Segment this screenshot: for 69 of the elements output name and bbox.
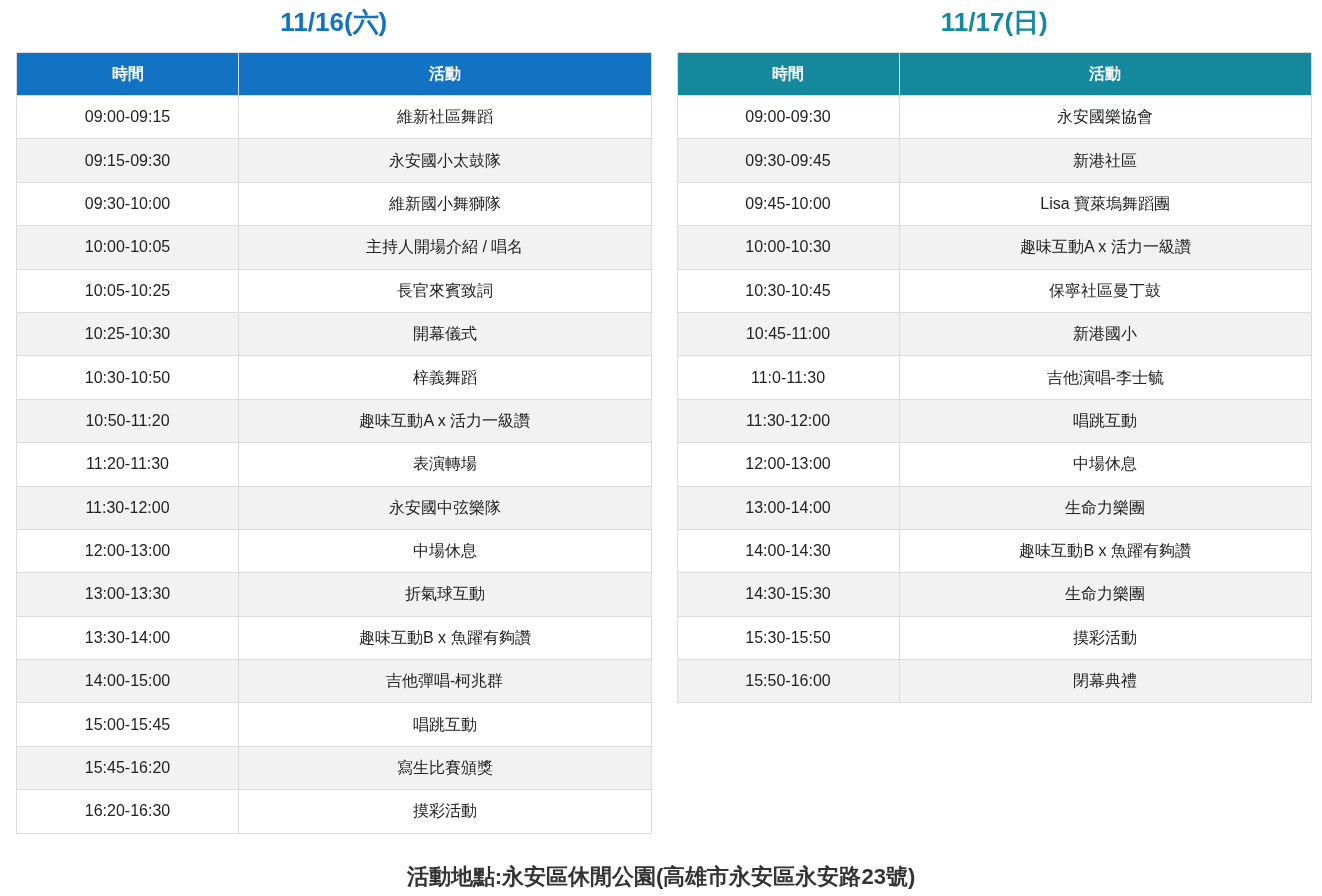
- table-cell: 10:30-10:50: [16, 355, 239, 400]
- table-cell: 梓義舞蹈: [238, 355, 651, 400]
- table-cell: 生命力樂團: [899, 486, 1312, 530]
- table-cell: 表演轉場: [238, 442, 651, 486]
- table-cell: 吉他彈唱-柯兆群: [238, 659, 651, 703]
- column-header: 時間: [677, 52, 899, 96]
- table-cell: 唱跳互動: [899, 399, 1312, 443]
- table-cell: 保寧社區曼丁鼓: [899, 269, 1312, 313]
- table-cell: 中場休息: [899, 442, 1312, 486]
- table-cell: 15:50-16:00: [677, 659, 899, 703]
- table-cell: 13:30-14:00: [16, 616, 239, 660]
- table-cell: 趣味互動B x 魚躍有夠讚: [899, 529, 1312, 573]
- table-cell: 12:00-13:00: [16, 529, 239, 573]
- column-header: 活動: [238, 52, 651, 96]
- table-cell: 10:05-10:25: [16, 269, 239, 313]
- table-cell: 10:30-10:45: [677, 269, 899, 313]
- table-cell: 11:30-12:00: [677, 399, 899, 443]
- table-cell: 09:30-09:45: [677, 138, 899, 183]
- table-cell: 09:00-09:30: [677, 95, 899, 139]
- table-cell: 維新社區舞蹈: [238, 95, 651, 139]
- table-cell: Lisa 寶萊塢舞蹈團: [899, 182, 1312, 226]
- table-cell: 15:30-15:50: [677, 616, 899, 660]
- table-cell: 趣味互動A x 活力一級讚: [238, 399, 651, 443]
- table-cell: 永安國樂協會: [899, 95, 1312, 139]
- table-cell: 15:00-15:45: [16, 702, 239, 747]
- column-header: 活動: [899, 52, 1312, 96]
- table-cell: 09:00-09:15: [16, 95, 239, 139]
- table-cell: 11:20-11:30: [16, 442, 239, 486]
- table-cell: 寫生比賽頒獎: [238, 746, 651, 790]
- table-cell: 趣味互動A x 活力一級讚: [899, 225, 1312, 270]
- table-cell: 吉他演唱-李士毓: [899, 355, 1312, 400]
- column-header: 時間: [16, 52, 239, 96]
- table-cell: 10:00-10:05: [16, 225, 239, 270]
- table-cell: 摸彩活動: [238, 789, 651, 834]
- table-cell: 趣味互動B x 魚躍有夠讚: [238, 616, 651, 660]
- table-cell: 維新國小舞獅隊: [238, 182, 651, 226]
- table-cell: 中場休息: [238, 529, 651, 573]
- table-cell: 16:20-16:30: [16, 789, 239, 834]
- table-cell: 11:0-11:30: [677, 355, 899, 400]
- table-cell: 10:45-11:00: [677, 312, 899, 356]
- table-cell: 10:25-10:30: [16, 312, 239, 356]
- day-title: 11/16(六): [279, 6, 389, 39]
- table-cell: 10:50-11:20: [16, 399, 239, 443]
- table-cell: 閉幕典禮: [899, 659, 1312, 703]
- table-cell: 折氣球互動: [238, 572, 651, 617]
- table-cell: 15:45-16:20: [16, 746, 239, 790]
- table-cell: 長官來賓致詞: [238, 269, 651, 313]
- table-cell: 新港國小: [899, 312, 1312, 356]
- table-cell: 摸彩活動: [899, 616, 1312, 660]
- table-cell: 13:00-13:30: [16, 572, 239, 617]
- table-cell: 主持人開場介紹 / 唱名: [238, 225, 651, 270]
- table-cell: 永安國小太鼓隊: [238, 138, 651, 183]
- day-title: 11/17(日): [939, 6, 1049, 39]
- table-cell: 14:00-15:00: [16, 659, 239, 703]
- table-cell: 10:00-10:30: [677, 225, 899, 270]
- table-cell: 開幕儀式: [238, 312, 651, 356]
- table-cell: 永安國中弦樂隊: [238, 486, 651, 530]
- table-cell: 生命力樂團: [899, 572, 1312, 617]
- table-cell: 13:00-14:00: [677, 486, 899, 530]
- table-cell: 09:30-10:00: [16, 182, 239, 226]
- table-cell: 唱跳互動: [238, 702, 651, 747]
- table-cell: 09:45-10:00: [677, 182, 899, 226]
- table-cell: 新港社區: [899, 138, 1312, 183]
- location-text: 活動地點:永安區休閒公園(高雄市永安區永安路23號): [405, 862, 917, 891]
- table-cell: 12:00-13:00: [677, 442, 899, 486]
- table-cell: 14:00-14:30: [677, 529, 899, 573]
- table-cell: 11:30-12:00: [16, 486, 239, 530]
- table-cell: 14:30-15:30: [677, 572, 899, 617]
- table-cell: 09:15-09:30: [16, 138, 239, 183]
